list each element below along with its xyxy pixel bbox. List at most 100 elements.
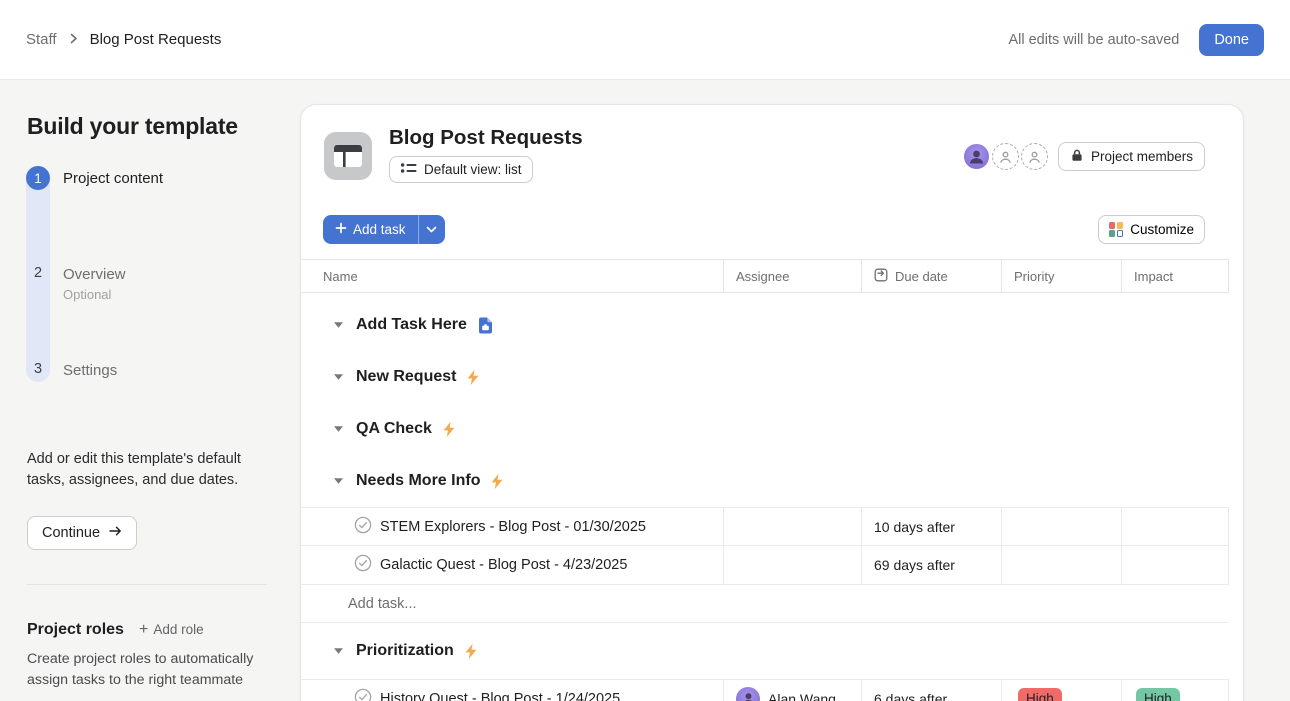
impact-badge[interactable]: High [1136, 688, 1180, 701]
caret-down-icon [333, 647, 344, 655]
step-2-label[interactable]: Overview [63, 266, 126, 283]
empty-avatar-slot[interactable] [992, 143, 1019, 170]
topbar-right: All edits will be auto-saved Done [1008, 24, 1264, 56]
task-row[interactable]: Galactic Quest - Blog Post - 4/23/2025 6… [301, 546, 1229, 585]
automation-bolt-icon[interactable] [442, 421, 456, 438]
breadcrumb: Staff Blog Post Requests [26, 31, 221, 48]
column-header-priority[interactable]: Priority [1002, 260, 1122, 292]
section-collapse-button[interactable] [331, 370, 345, 384]
task-row[interactable]: STEM Explorers - Blog Post - 01/30/2025 … [301, 507, 1229, 546]
step-2-optional-label: Optional [63, 287, 111, 302]
column-label: Due date [895, 269, 948, 284]
task-name-cell[interactable]: STEM Explorers - Blog Post - 01/30/2025 [301, 508, 724, 545]
section-title[interactable]: QA Check [356, 420, 432, 438]
add-task-dropdown-button[interactable] [418, 215, 445, 244]
continue-button[interactable]: Continue [27, 516, 137, 550]
step-1-label[interactable]: Project content [63, 170, 163, 187]
customize-grid-icon [1109, 222, 1124, 237]
form-document-icon[interactable] [477, 316, 494, 335]
section-title[interactable]: Add Task Here [356, 316, 467, 334]
plus-icon [335, 222, 347, 237]
task-row[interactable]: History Quest - Blog Post - 1/24/2025 Al… [301, 679, 1229, 701]
customize-button[interactable]: Customize [1098, 215, 1205, 244]
done-button[interactable]: Done [1199, 24, 1264, 56]
task-due-cell[interactable]: 10 days after [862, 508, 1002, 545]
task-impact-cell[interactable] [1122, 508, 1229, 545]
assignee-name: Alan Wang [768, 691, 836, 701]
autosave-note: All edits will be auto-saved [1008, 32, 1179, 48]
column-label: Name [323, 269, 358, 284]
task-name-cell[interactable]: Galactic Quest - Blog Post - 4/23/2025 [301, 546, 724, 584]
default-view-chip[interactable]: Default view: list [389, 156, 533, 183]
automation-bolt-icon[interactable] [466, 369, 480, 386]
project-members-button[interactable]: Project members [1058, 142, 1205, 171]
task-assignee-cell[interactable] [724, 546, 862, 584]
caret-down-icon [333, 321, 344, 329]
task-name: Galactic Quest - Blog Post - 4/23/2025 [380, 557, 627, 573]
task-priority-cell[interactable] [1002, 508, 1122, 545]
complete-check-icon[interactable] [354, 516, 372, 538]
project-title[interactable]: Blog Post Requests [389, 126, 583, 150]
list-view-icon [400, 161, 417, 178]
task-priority-cell[interactable] [1002, 546, 1122, 584]
section-collapse-button[interactable] [331, 644, 345, 658]
template-description: Add or edit this template's default task… [27, 449, 259, 491]
project-roles-description: Create project roles to automatically as… [27, 649, 283, 690]
project-template-icon [324, 132, 372, 180]
step-1-indicator: 1 [26, 166, 50, 190]
customize-label: Customize [1130, 222, 1194, 237]
task-priority-cell[interactable]: High [1002, 680, 1122, 701]
complete-check-icon[interactable] [354, 688, 372, 701]
task-name: STEM Explorers - Blog Post - 01/30/2025 [380, 519, 646, 535]
automation-bolt-icon[interactable] [464, 643, 478, 660]
section-collapse-button[interactable] [331, 474, 345, 488]
section-row-needs-more-info: Needs More Info [301, 455, 1244, 507]
continue-label: Continue [42, 525, 100, 541]
task-due-cell[interactable]: 6 days after [862, 680, 1002, 701]
empty-avatar-slot[interactable] [1021, 143, 1048, 170]
column-label: Priority [1014, 269, 1054, 284]
section-title[interactable]: New Request [356, 368, 456, 386]
due-value: 6 days after [874, 691, 947, 701]
breadcrumb-current: Blog Post Requests [90, 31, 222, 48]
table-header-row: Name Assignee Due date Priority Impact [301, 259, 1229, 293]
section-title[interactable]: Needs More Info [356, 472, 480, 490]
task-name-cell[interactable]: History Quest - Blog Post - 1/24/2025 [301, 680, 724, 701]
complete-check-icon[interactable] [354, 554, 372, 576]
lock-icon [1070, 148, 1084, 165]
add-role-label: Add role [153, 622, 203, 637]
breadcrumb-parent[interactable]: Staff [26, 31, 57, 48]
add-role-button[interactable]: + Add role [139, 622, 204, 637]
template-preview-card: Blog Post Requests Default view: list [300, 104, 1244, 701]
column-header-assignee[interactable]: Assignee [724, 260, 862, 292]
due-value: 69 days after [874, 557, 955, 573]
task-assignee-cell[interactable]: Alan Wang [724, 680, 862, 701]
add-task-button[interactable]: Add task [323, 215, 418, 244]
task-impact-cell[interactable]: High [1122, 680, 1229, 701]
step-1-number: 1 [34, 171, 42, 186]
column-header-due-date[interactable]: Due date [862, 260, 1002, 292]
column-header-impact[interactable]: Impact [1122, 260, 1229, 292]
priority-badge[interactable]: High [1018, 688, 1062, 701]
add-task-placeholder: Add task... [348, 596, 417, 612]
column-header-name[interactable]: Name [301, 260, 724, 292]
caret-down-icon [333, 373, 344, 381]
task-impact-cell[interactable] [1122, 546, 1229, 584]
arrow-right-icon [109, 525, 122, 541]
sidebar-divider [27, 584, 267, 585]
task-table: Name Assignee Due date Priority Impact [301, 259, 1244, 701]
section-collapse-button[interactable] [331, 422, 345, 436]
task-assignee-cell[interactable] [724, 508, 862, 545]
member-avatar[interactable] [963, 143, 990, 170]
task-due-cell[interactable]: 69 days after [862, 546, 1002, 584]
automation-bolt-icon[interactable] [490, 473, 504, 490]
add-task-placeholder-row[interactable]: Add task... [301, 585, 1229, 623]
due-value: 10 days after [874, 519, 955, 535]
section-title[interactable]: Prioritization [356, 642, 454, 660]
section-collapse-button[interactable] [331, 318, 345, 332]
section-row-add-task-here: Add Task Here [301, 299, 1244, 351]
project-roles-title: Project roles [27, 621, 124, 639]
step-3-label[interactable]: Settings [63, 362, 117, 379]
default-view-label: Default view: list [424, 162, 522, 177]
due-date-icon [874, 268, 888, 285]
